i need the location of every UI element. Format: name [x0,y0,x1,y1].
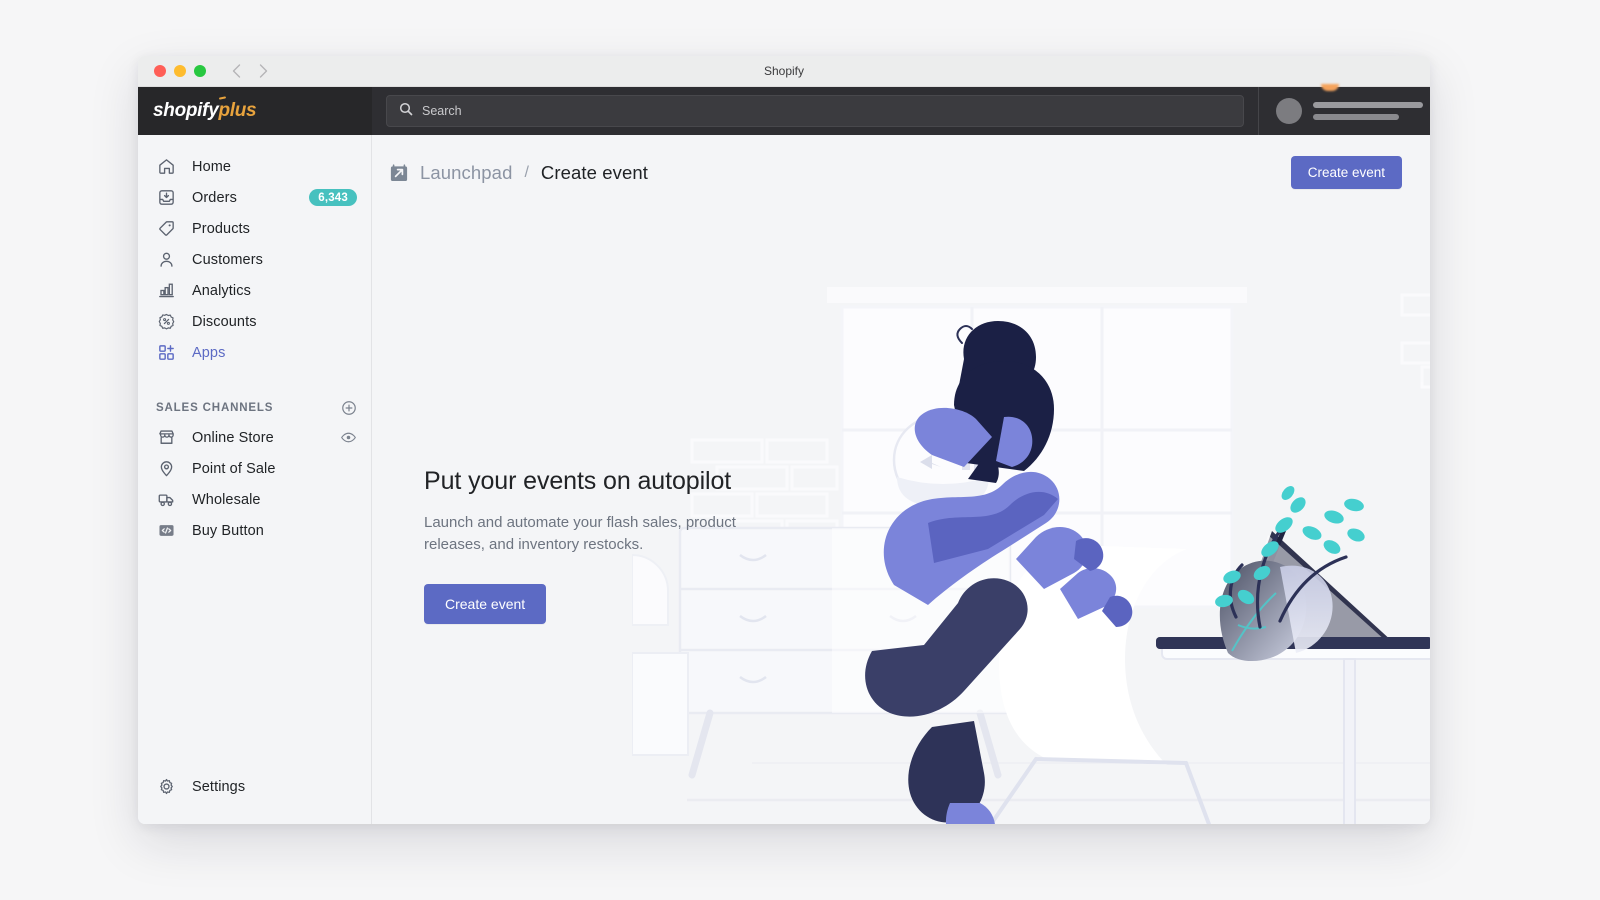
sidebar-item-label: Apps [192,344,226,361]
sidebar-item-label: Buy Button [192,522,264,539]
gear-icon [156,776,177,797]
sidebar-item-analytics[interactable]: Analytics [138,275,371,306]
window-nav-arrows [232,64,268,78]
traffic-lights [154,65,206,77]
notification-indicator [1321,84,1339,91]
apps-grid-plus-icon [156,342,177,363]
tag-icon [156,218,177,239]
sidebar: Home Orders 6,343 Products Customers Ana… [138,135,372,824]
account-menu[interactable] [1258,84,1430,135]
sidebar-item-orders[interactable]: Orders 6,343 [138,182,371,213]
breadcrumb-separator: / [524,163,529,181]
breadcrumb-parent[interactable]: Launchpad [420,162,512,184]
page-header: Launchpad / Create event Create event [372,135,1430,210]
search-icon [399,102,413,121]
sidebar-item-settings[interactable]: Settings [138,771,371,802]
page-title: Create event [540,161,649,183]
sidebar-item-label: Home [192,158,232,175]
orders-count-badge: 6,343 [309,189,357,206]
create-event-button-header[interactable]: Create event [1290,156,1402,189]
orders-inbox-icon [156,187,177,208]
forward-arrow-icon[interactable] [259,64,268,78]
account-name-redacted [1313,102,1423,120]
search-input[interactable]: Search [386,95,1244,127]
sidebar-item-home[interactable]: Home [138,151,371,182]
percent-badge-icon [156,311,177,332]
minimize-button[interactable] [174,65,186,77]
sidebar-item-label: Analytics [192,282,251,299]
sidebar-item-label: Online Store [192,429,274,446]
back-arrow-icon[interactable] [232,64,241,78]
shopify-plus-logo[interactable]: shopifyplus [138,87,372,135]
sidebar-item-discounts[interactable]: Discounts [138,306,371,337]
sidebar-item-buy-button[interactable]: Buy Button [138,515,371,546]
empty-state: Put your events on autopilot Launch and … [424,467,784,625]
search-placeholder: Search [422,104,462,118]
sales-channels-title: SALES CHANNELS [156,402,274,414]
app-window: Shopify shopifyplus Search Home Orders 6… [138,56,1430,824]
eye-icon[interactable] [340,429,357,446]
create-event-button-main[interactable]: Create event [424,584,547,625]
logo-plus-text: plus [218,100,257,121]
sidebar-item-online-store[interactable]: Online Store [138,422,371,453]
sidebar-item-label: Wholesale [192,491,261,508]
launchpad-calendar-arrow-icon [388,162,410,184]
logo-shopify-text: shopify [153,100,219,121]
bar-chart-icon [156,280,177,301]
sidebar-item-label: Orders [192,189,237,206]
sidebar-item-label: Point of Sale [192,460,276,477]
home-icon [156,156,177,177]
sidebar-item-label: Customers [192,251,263,268]
truck-icon [156,489,177,510]
empty-state-heading: Put your events on autopilot [424,467,732,495]
sidebar-item-products[interactable]: Products [138,213,371,244]
sidebar-item-label: Discounts [192,313,257,330]
map-pin-icon [156,458,177,479]
code-brackets-icon [156,520,177,541]
sidebar-item-apps[interactable]: Apps [138,337,371,368]
app-topbar: shopifyplus Search [138,84,1430,135]
sidebar-item-label: Settings [192,778,246,795]
close-button[interactable] [154,65,166,77]
avatar [1276,98,1302,124]
storefront-icon [156,427,177,448]
empty-state-description: Launch and automate your flash sales, pr… [424,514,736,554]
sidebar-item-point-of-sale[interactable]: Point of Sale [138,453,371,484]
sales-channels-header: SALES CHANNELS [138,394,371,422]
maximize-button[interactable] [194,65,206,77]
person-icon [156,249,177,270]
main-content: Launchpad / Create event Create event Pu… [372,135,1430,824]
window-title: Shopify [763,64,805,78]
sidebar-item-label: Products [192,220,251,237]
desktop-background: Shopify shopifyplus Search Home Orders 6… [0,0,1600,900]
plus-circle-icon[interactable] [341,400,357,416]
sidebar-item-wholesale[interactable]: Wholesale [138,484,371,515]
sidebar-item-customers[interactable]: Customers [138,244,371,275]
breadcrumb: Launchpad / Create event [388,162,648,184]
window-titlebar: Shopify [138,56,1430,87]
